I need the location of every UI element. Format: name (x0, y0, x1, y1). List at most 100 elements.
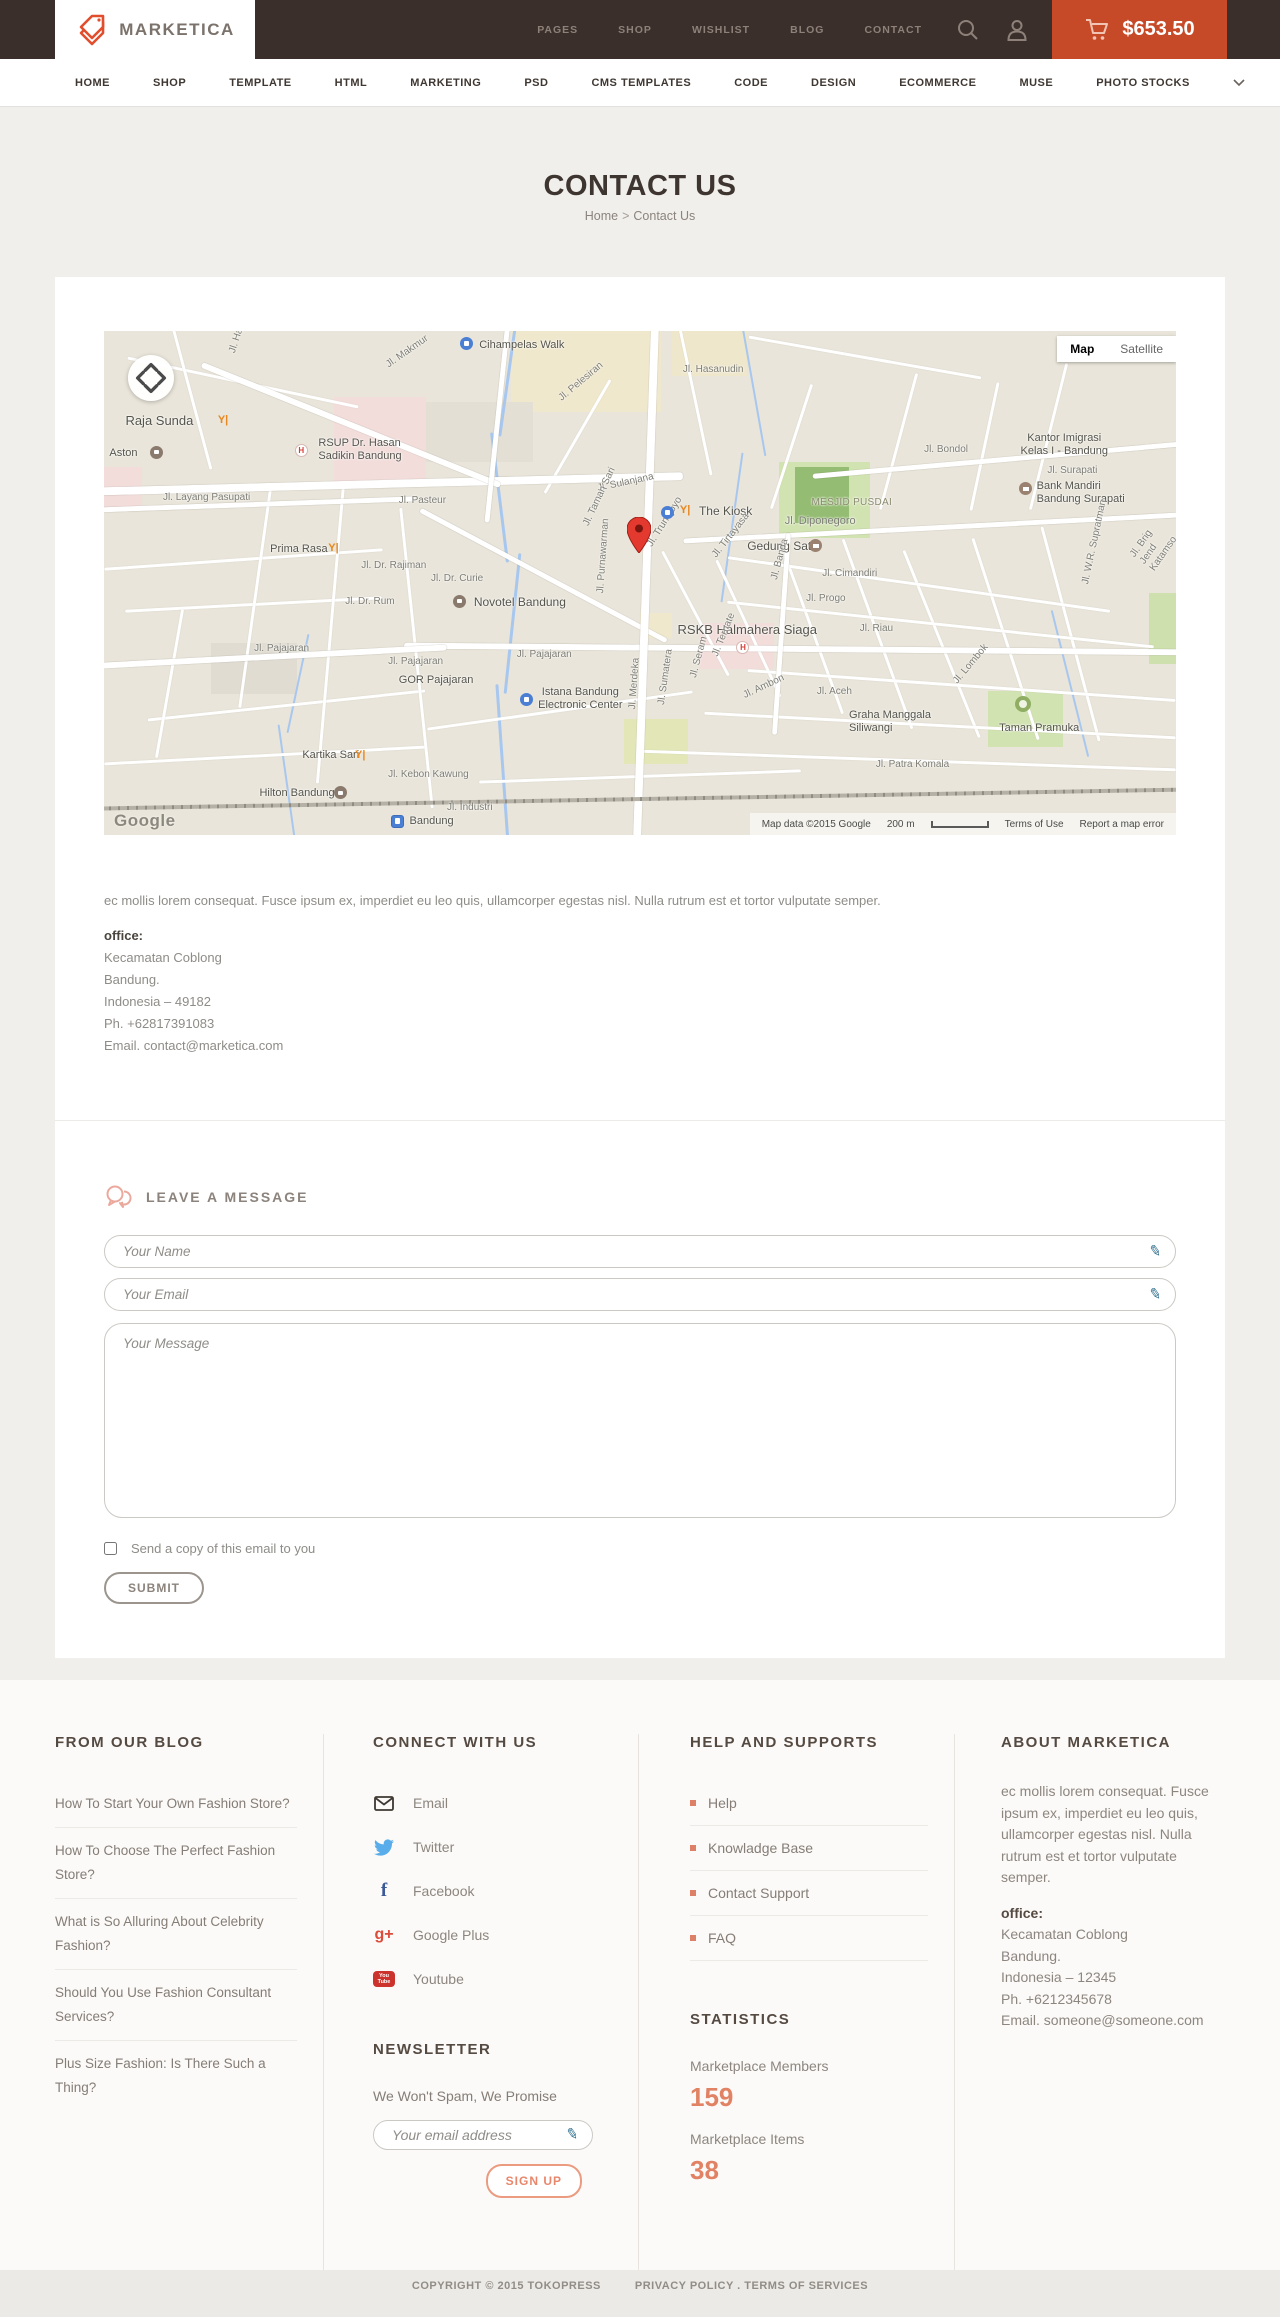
nav-code[interactable]: CODE (734, 77, 768, 89)
email-link[interactable]: Email (373, 1781, 612, 1825)
map-road (748, 335, 982, 380)
office-line: Indonesia – 49182 (104, 994, 211, 1009)
footer-connect-heading: CONNECT WITH US (373, 1734, 538, 1751)
signup-button[interactable]: SIGN UP (485, 2164, 582, 2198)
footer-link-separator: . (737, 2280, 741, 2292)
contact-support-link[interactable]: Contact Support (690, 1871, 928, 1916)
nav-design[interactable]: DESIGN (811, 77, 856, 89)
nav-marketing[interactable]: MARKETING (410, 77, 481, 89)
help-link[interactable]: Help (690, 1781, 928, 1826)
faq-link[interactable]: FAQ (690, 1916, 928, 1961)
logo-text: MARKETICA (119, 19, 235, 39)
map-label: Jl. Sumatera (656, 648, 675, 706)
square-bullet-icon (690, 1890, 696, 1896)
map-label: GOR Pajajaran (398, 673, 474, 686)
youtube-link[interactable]: You Tube Youtube (373, 1957, 612, 2001)
nav-psd[interactable]: PSD (524, 77, 548, 89)
nav-html[interactable]: HTML (335, 77, 368, 89)
map-label: Prima Rasa (270, 542, 328, 555)
map-label: Jl. Progo (806, 593, 846, 605)
blog-post-link[interactable]: Should You Use Fashion Consultant Servic… (55, 1969, 297, 2040)
bank-icon (1019, 482, 1033, 496)
shopping-icon (519, 692, 533, 706)
top-nav-wishlist[interactable]: WISHLIST (692, 24, 750, 36)
youtube-label: Youtube (413, 1971, 464, 1987)
blog-post-link[interactable]: How To Start Your Own Fashion Store? (55, 1781, 297, 1827)
map-road (104, 548, 383, 571)
search-icon[interactable] (956, 18, 980, 42)
help-link-label: Contact Support (708, 1885, 810, 1901)
user-icon[interactable] (1006, 18, 1028, 42)
leave-message-section: LEAVE A MESSAGE ✎ ✎ Send a copy of this … (55, 1120, 1225, 1658)
top-nav-contact[interactable]: CONTACT (864, 24, 922, 36)
bank-icon (809, 539, 823, 553)
restaurant-icon: Y| (328, 542, 339, 555)
map-label: Jl. Dr. Rajiman (361, 560, 427, 572)
map-pan-control[interactable] (128, 355, 174, 401)
twitter-link[interactable]: Twitter (373, 1825, 612, 1869)
breadcrumb-current: Contact Us (633, 209, 696, 223)
google-plus-label: Google Plus (413, 1927, 490, 1943)
nav-photo-stocks[interactable]: PHOTO STOCKS (1096, 77, 1190, 89)
submit-button[interactable]: SUBMIT (104, 1572, 204, 1604)
office-line: Email. contact@marketica.com (104, 1038, 284, 1053)
office-line: Email. someone@someone.com (1001, 2012, 1204, 2028)
restaurant-icon: Y| (355, 748, 366, 761)
facebook-icon: f (380, 1880, 388, 1901)
blog-post-link[interactable]: How To Choose The Perfect Fashion Store? (55, 1827, 297, 1898)
logo[interactable]: MARKETICA (55, 0, 255, 59)
map-river (741, 331, 766, 457)
train-station-icon (391, 814, 405, 828)
blog-post-link[interactable]: Plus Size Fashion: Is There Such a Thing… (55, 2040, 297, 2111)
facebook-label: Facebook (413, 1883, 475, 1899)
terms-of-services-link[interactable]: TERMS OF SERVICES (744, 2280, 868, 2292)
office-line: Bandung. (1001, 1947, 1061, 1964)
map-label: Jl. Pajajaran (516, 648, 572, 660)
help-link-label: FAQ (708, 1930, 737, 1946)
facebook-link[interactable]: f Facebook (373, 1869, 612, 1913)
send-copy-checkbox[interactable] (104, 1542, 117, 1555)
chevron-down-icon[interactable] (1233, 78, 1245, 87)
restaurant-icon: Y| (679, 504, 691, 517)
cart-total: $653.50 (1122, 18, 1195, 40)
map-view-button[interactable]: Map (1057, 336, 1108, 362)
name-input[interactable] (104, 1235, 1176, 1268)
map-marker-pin[interactable] (627, 517, 652, 554)
office-line: Ph. +62817391083 (104, 1016, 215, 1031)
map-label: Aston (109, 446, 138, 459)
top-nav-shop[interactable]: SHOP (618, 24, 652, 36)
report-map-error-link[interactable]: Report a map error (1080, 819, 1164, 830)
nav-home[interactable]: HOME (75, 77, 110, 89)
knowledge-base-link[interactable]: Knowladge Base (690, 1826, 928, 1871)
newsletter-promise: We Won't Spam, We Promise (373, 2088, 557, 2104)
privacy-policy-link[interactable]: PRIVACY POLICY (635, 2280, 734, 2292)
blog-post-link[interactable]: What is So Alluring About Celebrity Fash… (55, 1898, 297, 1969)
help-link-label: Knowladge Base (708, 1840, 814, 1856)
email-input[interactable] (104, 1278, 1176, 1311)
nav-template[interactable]: TEMPLATE (229, 77, 291, 89)
satellite-view-button[interactable]: Satellite (1107, 336, 1176, 362)
footer: FROM OUR BLOG How To Start Your Own Fash… (0, 1680, 1280, 2270)
footer-about-column: ABOUT MARKETICA ec mollis lorem consequa… (955, 1734, 1225, 2270)
google-map[interactable]: Cihampelas Walk Jl. Hasanudin Jl. Pelesi… (104, 331, 1176, 835)
top-nav-blog[interactable]: BLOG (790, 24, 824, 36)
office-label: office: (104, 928, 143, 943)
terms-of-use-link[interactable]: Terms of Use (1005, 819, 1064, 830)
map-label: Jl. W.R. Supratman (1079, 498, 1109, 586)
google-plus-link[interactable]: g+ Google Plus (373, 1913, 612, 1957)
newsletter-email-input[interactable] (373, 2120, 593, 2150)
breadcrumb-home[interactable]: Home (585, 209, 618, 223)
send-copy-label: Send a copy of this email to you (131, 1541, 316, 1556)
map-road-major (812, 440, 1176, 479)
top-nav-pages[interactable]: PAGES (537, 24, 578, 36)
hospital-icon: H (294, 444, 308, 458)
map-label: Jl. Cimandiri (822, 567, 878, 579)
nav-cms-templates[interactable]: CMS TEMPLATES (591, 77, 691, 89)
nav-ecommerce[interactable]: ECOMMERCE (899, 77, 976, 89)
copyright-text: COPYRIGHT © 2015 TOKOPRESS (411, 2280, 601, 2292)
contact-form: ✎ ✎ Send a copy of this email to you SUB… (104, 1235, 1176, 1604)
message-textarea[interactable] (104, 1323, 1176, 1518)
cart-button[interactable]: $653.50 (1052, 0, 1227, 59)
nav-shop[interactable]: SHOP (153, 77, 186, 89)
nav-muse[interactable]: MUSE (1019, 77, 1053, 89)
